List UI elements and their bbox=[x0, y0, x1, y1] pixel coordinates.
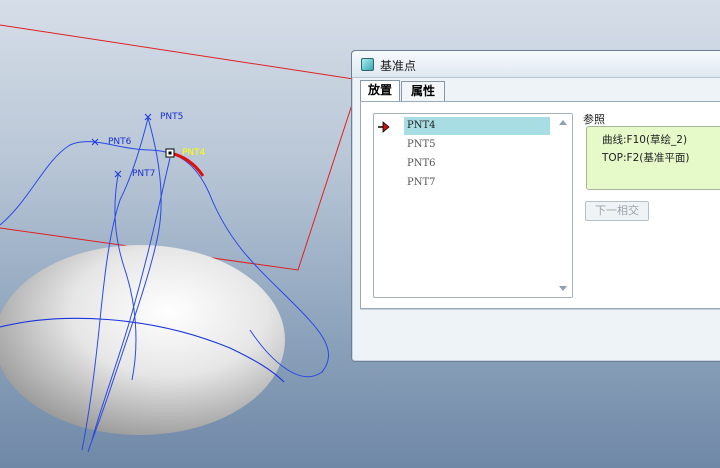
placement-panel: PNT4 PNT5 PNT6 PNT7 参照 曲线:F10(草绘_2) TOP:… bbox=[360, 101, 720, 309]
scroll-down-icon[interactable] bbox=[559, 286, 567, 291]
reference-item[interactable]: 曲线:F10(草绘_2) bbox=[602, 132, 687, 147]
datum-point-dialog: 基准点 放置 属性 PNT4 PNT5 PNT6 PNT7 参照 曲线:F10(… bbox=[351, 50, 720, 362]
tab-placement[interactable]: 放置 bbox=[360, 80, 400, 102]
datum-point-marker-pnt4[interactable] bbox=[165, 148, 175, 158]
dialog-footer bbox=[360, 309, 720, 354]
point-label-pnt4: PNT4 bbox=[182, 148, 206, 158]
point-label-pnt6: PNT6 bbox=[108, 137, 132, 147]
references-collector[interactable]: 曲线:F10(草绘_2) TOP:F2(基准平面) bbox=[586, 126, 720, 190]
tab-properties[interactable]: 属性 bbox=[401, 81, 445, 101]
dialog-title: 基准点 bbox=[380, 59, 417, 73]
point-label-pnt7: PNT7 bbox=[132, 169, 156, 179]
list-item-pnt4[interactable]: PNT4 bbox=[404, 117, 550, 135]
list-scrollbar[interactable] bbox=[555, 114, 572, 297]
current-point-arrow-icon bbox=[378, 121, 390, 133]
references-label: 参照 bbox=[583, 113, 605, 126]
dialog-titlebar[interactable]: 基准点 bbox=[352, 51, 720, 78]
list-item-pnt6[interactable]: PNT6 bbox=[404, 155, 550, 173]
datum-point-list[interactable]: PNT4 PNT5 PNT6 PNT7 bbox=[373, 113, 573, 298]
datum-plane-top[interactable] bbox=[0, 24, 361, 271]
list-item-pnt5[interactable]: PNT5 bbox=[404, 136, 550, 154]
datum-point-dialog-icon bbox=[361, 58, 374, 71]
next-intersection-button[interactable]: 下一相交 bbox=[585, 201, 649, 221]
reference-item[interactable]: TOP:F2(基准平面) bbox=[602, 150, 689, 165]
list-item-pnt7[interactable]: PNT7 bbox=[404, 174, 550, 192]
scroll-up-icon[interactable] bbox=[559, 120, 567, 125]
point-label-pnt5: PNT5 bbox=[160, 112, 184, 122]
